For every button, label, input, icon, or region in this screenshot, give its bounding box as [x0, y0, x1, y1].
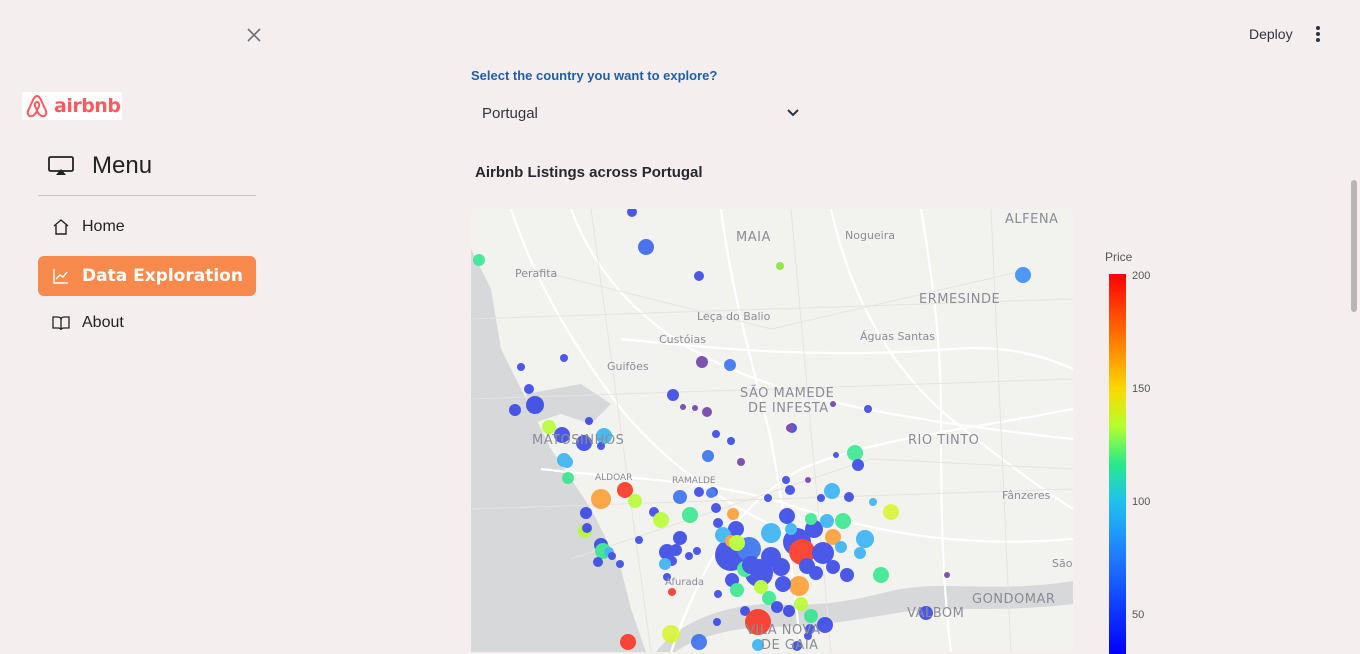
cast-icon: [48, 156, 74, 175]
menu-title-text: Menu: [92, 152, 153, 179]
map-label-ermesinde: ERMESINDE: [919, 292, 1001, 307]
map-label-sao: São: [1052, 557, 1073, 570]
map-points: [473, 209, 1031, 651]
colorbar-tick: 200: [1132, 270, 1151, 282]
logo-text: airbnb: [54, 95, 121, 117]
map-label-de-infesta: DE INFESTA: [748, 401, 829, 416]
price-colorbar: Price 200 150 100 50: [1100, 248, 1170, 654]
deploy-button[interactable]: Deploy: [1249, 26, 1293, 42]
map-label-vila-nova: VILA NOVA: [746, 623, 821, 638]
map-label-custoias: Custóias: [659, 333, 706, 346]
colorbar-gradient: [1109, 274, 1126, 654]
sidebar-item-label: Home: [82, 218, 125, 235]
map-label-de-gaia: DE GAIA: [761, 638, 819, 652]
chevron-down-icon: [787, 109, 799, 117]
map-label-rio-tinto: RIO TINTO: [908, 433, 980, 448]
airbnb-logo: airbnb: [22, 92, 123, 120]
map-label-ramalde: RAMALDE: [672, 476, 716, 486]
sidebar-item-about[interactable]: About: [38, 303, 256, 343]
map-label-afurada: Afurada: [665, 577, 705, 588]
colorbar-tick: 50: [1132, 609, 1145, 621]
sidebar-item-label: Data Exploration: [82, 266, 243, 286]
sidebar-item-home[interactable]: Home: [38, 207, 256, 247]
section-title: Airbnb Listings across Portugal: [475, 164, 703, 181]
colorbar-title: Price: [1105, 250, 1133, 264]
map-label-sao-mamede: SÃO MAMEDE: [740, 386, 835, 401]
menu-title: Menu: [48, 152, 152, 180]
map-label-guifoes: Guifões: [607, 360, 649, 373]
sidebar: airbnb Menu Home Data Exploration About: [0, 0, 277, 652]
country-select[interactable]: Portugal: [471, 95, 807, 131]
close-icon: [247, 28, 261, 42]
page-scrollbar[interactable]: [1348, 0, 1360, 652]
colorbar-tick: 150: [1132, 383, 1151, 395]
sidebar-item-data-exploration[interactable]: Data Exploration: [38, 256, 256, 296]
close-sidebar-button[interactable]: [244, 26, 264, 46]
country-select-label: Select the country you want to explore?: [471, 68, 718, 83]
listings-map[interactable]: MAIA Nogueira ALFENA Perafita ERMESINDE …: [471, 209, 1073, 652]
map-label-aldoar: ALDOAR: [595, 473, 633, 483]
kebab-icon: [1310, 26, 1326, 42]
map-label-gondomar: GONDOMAR: [972, 592, 1056, 607]
map-label-matosinhos: MATOSINHOS: [532, 433, 625, 448]
map-label-aguas: Águas Santas: [860, 330, 935, 343]
map-label-valbom: VALBOM: [907, 606, 965, 621]
country-select-value: Portugal: [482, 104, 538, 122]
sidebar-item-label: About: [82, 314, 124, 331]
map-label-nogueira: Nogueira: [845, 229, 895, 242]
menu-divider: [38, 195, 256, 196]
book-icon: [52, 316, 70, 331]
colorbar-tick: 100: [1132, 496, 1151, 508]
map-label-perafita: Perafita: [515, 267, 558, 280]
map-label-leca: Leça do Balio: [697, 310, 771, 323]
airbnb-logo-icon: [26, 94, 48, 118]
main-menu-button[interactable]: [1310, 24, 1326, 44]
map-label-alfena: ALFENA: [1005, 212, 1059, 227]
scrollbar-thumb[interactable]: [1351, 180, 1357, 312]
map-label-maia: MAIA: [736, 230, 771, 245]
map-label-fanzeres: Fânzeres: [1002, 489, 1051, 502]
chart-icon: [53, 269, 68, 284]
home-icon: [53, 219, 69, 235]
